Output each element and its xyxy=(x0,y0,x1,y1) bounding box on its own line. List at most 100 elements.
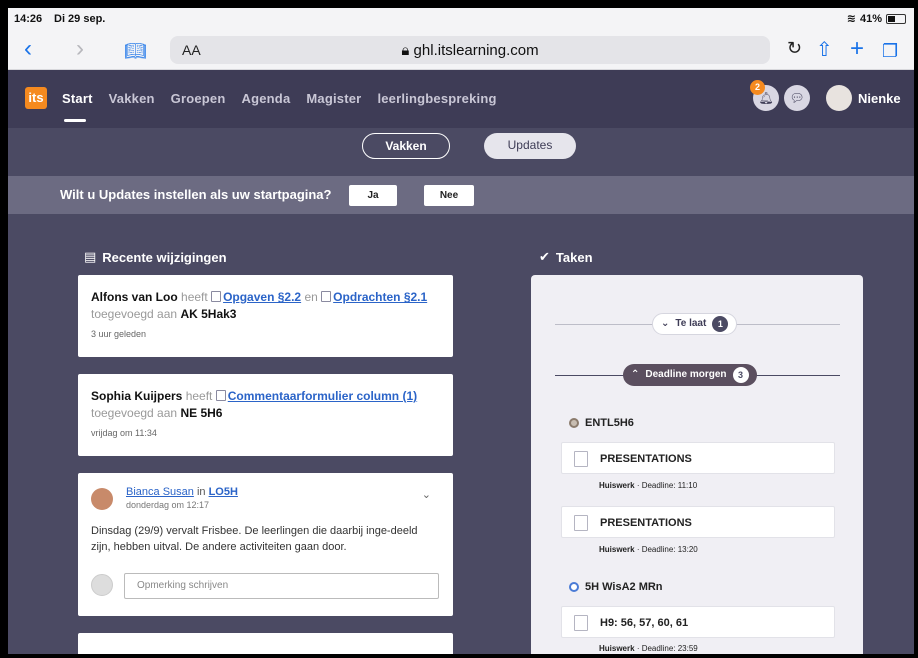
author-avatar[interactable] xyxy=(91,488,113,510)
chevron-up-icon: ⌃ xyxy=(631,369,640,380)
deadline-tomorrow-toggle[interactable]: ⌃ Deadline morgen 3 xyxy=(623,364,757,386)
nav-items: Start Vakken Groepen Agenda Magister lee… xyxy=(62,91,497,122)
messages-button[interactable]: 💬︎ xyxy=(784,85,810,111)
resource-link[interactable]: Opgaven §2.2 xyxy=(223,290,301,304)
assignment-icon xyxy=(574,515,588,531)
resource-link[interactable]: Commentaarformulier column (1) xyxy=(228,389,417,403)
task-deadline: · Deadline: 23:59 xyxy=(636,644,698,653)
checkmark-icon: ✔ xyxy=(539,249,550,264)
nav-item-magister[interactable]: Magister xyxy=(306,91,361,106)
wifi-icon: ≋ xyxy=(846,13,856,25)
update-time: vrijdag om 11:34 xyxy=(91,428,157,438)
deadline-tomorrow-count: 3 xyxy=(732,367,749,383)
author-name[interactable]: Alfons van Loo xyxy=(91,290,178,304)
status-date: Di 29 sep. xyxy=(54,13,106,25)
late-label: Te laat xyxy=(675,318,707,329)
post-header: Bianca Susan in LO5H xyxy=(126,486,238,498)
update-verb: heeft xyxy=(185,389,213,403)
deadline-tomorrow-label: Deadline morgen xyxy=(645,369,727,380)
task-title: PRESENTATIONS xyxy=(600,517,692,529)
task-title: H9: 56, 57, 60, 61 xyxy=(600,617,689,629)
browser-toolbar: ‹ › 📖︎ AA 🔒︎ ghl.itslearning.com ↻ ⇧ + ❐ xyxy=(8,30,914,70)
task-item[interactable]: PRESENTATIONS xyxy=(561,506,835,538)
status-time: 14:26 xyxy=(14,13,43,25)
task-type: Huiswerk xyxy=(599,644,635,653)
conjunction: en xyxy=(304,290,318,304)
notification-badge: 2 xyxy=(750,80,765,95)
back-icon[interactable]: ‹ xyxy=(24,36,32,62)
view-toggles: Vakken Updates xyxy=(8,128,914,176)
reload-icon[interactable]: ↻ xyxy=(787,38,802,59)
assignment-icon xyxy=(574,451,588,467)
task-meta: Huiswerk · Deadline: 13:20 xyxy=(599,545,698,554)
task-type: Huiswerk xyxy=(599,481,635,490)
course-color-dot xyxy=(569,418,579,428)
task-course-2[interactable]: 5H WisA2 MRn xyxy=(569,581,663,593)
nav-item-vakken[interactable]: Vakken xyxy=(109,91,155,106)
document-icon xyxy=(321,291,332,302)
update-card-1-text: Alfons van Loo heeft Opgaven §2.2 en Opd… xyxy=(91,289,443,323)
late-toggle[interactable]: ⌄ Te laat 1 xyxy=(652,313,738,335)
nav-item-groepen[interactable]: Groepen xyxy=(171,91,226,106)
update-card-3: Bianca Susan in LO5H donderdag om 12:17 … xyxy=(78,473,453,616)
yes-button[interactable]: Ja xyxy=(349,185,397,206)
update-card-2-text: Sophia Kuijpers heeft Commentaarformulie… xyxy=(91,388,443,422)
chat-icon: 💬︎ xyxy=(789,91,805,105)
task-title: PRESENTATIONS xyxy=(600,453,692,465)
recent-changes-title: Recente wijzigingen xyxy=(102,249,227,265)
course-name: 5H WisA2 MRn xyxy=(585,581,663,593)
tabs-icon[interactable]: ❐ xyxy=(882,38,898,64)
task-item[interactable]: H9: 56, 57, 60, 61 xyxy=(561,606,835,638)
course-name[interactable]: AK 5Hak3 xyxy=(180,307,236,321)
nav-item-start[interactable]: Start xyxy=(62,91,93,122)
url-value: ghl.itslearning.com xyxy=(413,42,539,59)
update-card-4 xyxy=(78,633,453,654)
author-name[interactable]: Bianca Susan xyxy=(126,486,194,498)
course-color-dot xyxy=(569,582,579,592)
task-type: Huiswerk xyxy=(599,545,635,554)
user-avatar-small xyxy=(91,574,113,596)
task-item[interactable]: PRESENTATIONS xyxy=(561,442,835,474)
forward-icon[interactable]: › xyxy=(76,36,84,62)
screen: 14:26 Di 29 sep. ≋ 41% ‹ › 📖︎ AA 🔒︎ ghl.… xyxy=(8,8,914,654)
address-bar[interactable]: AA 🔒︎ ghl.itslearning.com ↻ xyxy=(170,36,802,64)
notifications-button[interactable]: 🔔︎ 2 xyxy=(750,80,779,111)
comment-input[interactable]: Opmerking schrijven xyxy=(124,573,439,599)
status-right: ≋ 41% xyxy=(847,12,906,25)
main-nav: its Start Vakken Groepen Agenda Magister… xyxy=(8,70,914,128)
share-icon[interactable]: ⇧ xyxy=(816,37,833,63)
late-count: 1 xyxy=(712,316,729,332)
nav-item-agenda[interactable]: Agenda xyxy=(242,91,291,106)
post-body: Dinsdag (29/9) vervalt Frisbee. De leerl… xyxy=(91,525,418,553)
toggle-vakken[interactable]: Vakken xyxy=(362,133,450,159)
new-tab-icon[interactable]: + xyxy=(850,36,864,62)
chevron-down-icon: ⌄ xyxy=(661,318,670,329)
task-course-1[interactable]: ENTL5H6 xyxy=(569,417,634,429)
toggle-updates[interactable]: Updates xyxy=(484,133,576,159)
update-card-2: Sophia Kuijpers heeft Commentaarformulie… xyxy=(78,374,453,456)
task-meta: Huiswerk · Deadline: 23:59 xyxy=(599,644,698,653)
battery-percentage: 41% xyxy=(859,12,882,25)
update-added-text: toegevoegd aan xyxy=(91,406,178,420)
update-verb: heeft xyxy=(181,290,208,304)
no-button[interactable]: Nee xyxy=(424,185,474,206)
document-icon xyxy=(211,291,222,302)
user-name[interactable]: Nienke xyxy=(858,91,901,106)
resource-link[interactable]: Opdrachten §2.1 xyxy=(333,290,427,304)
update-added-text: toegevoegd aan xyxy=(91,307,178,321)
recent-changes-heading: ▤ Recente wijzigingen xyxy=(84,249,227,265)
status-bar: 14:26 Di 29 sep. ≋ 41% xyxy=(8,8,914,30)
tasks-panel: ⌄ Te laat 1 ⌃ Deadline morgen 3 ENTL5H6 … xyxy=(531,275,863,654)
prompt-question: Wilt u Updates instellen als uw startpag… xyxy=(60,187,332,202)
user-avatar[interactable] xyxy=(826,85,852,111)
tasks-title: Taken xyxy=(555,249,593,265)
bookmarks-icon[interactable]: 📖︎ xyxy=(124,38,147,64)
task-meta: Huiswerk · Deadline: 11:10 xyxy=(599,481,697,490)
course-name: ENTL5H6 xyxy=(585,417,634,429)
author-name[interactable]: Sophia Kuijpers xyxy=(91,389,182,403)
group-link[interactable]: LO5H xyxy=(209,486,238,498)
nav-item-leerlingbespreking[interactable]: leerlingbespreking xyxy=(377,91,496,106)
itslearning-logo[interactable]: its xyxy=(25,87,47,109)
course-name[interactable]: NE 5H6 xyxy=(180,406,222,420)
chevron-down-icon[interactable]: ⌄ xyxy=(422,488,431,501)
